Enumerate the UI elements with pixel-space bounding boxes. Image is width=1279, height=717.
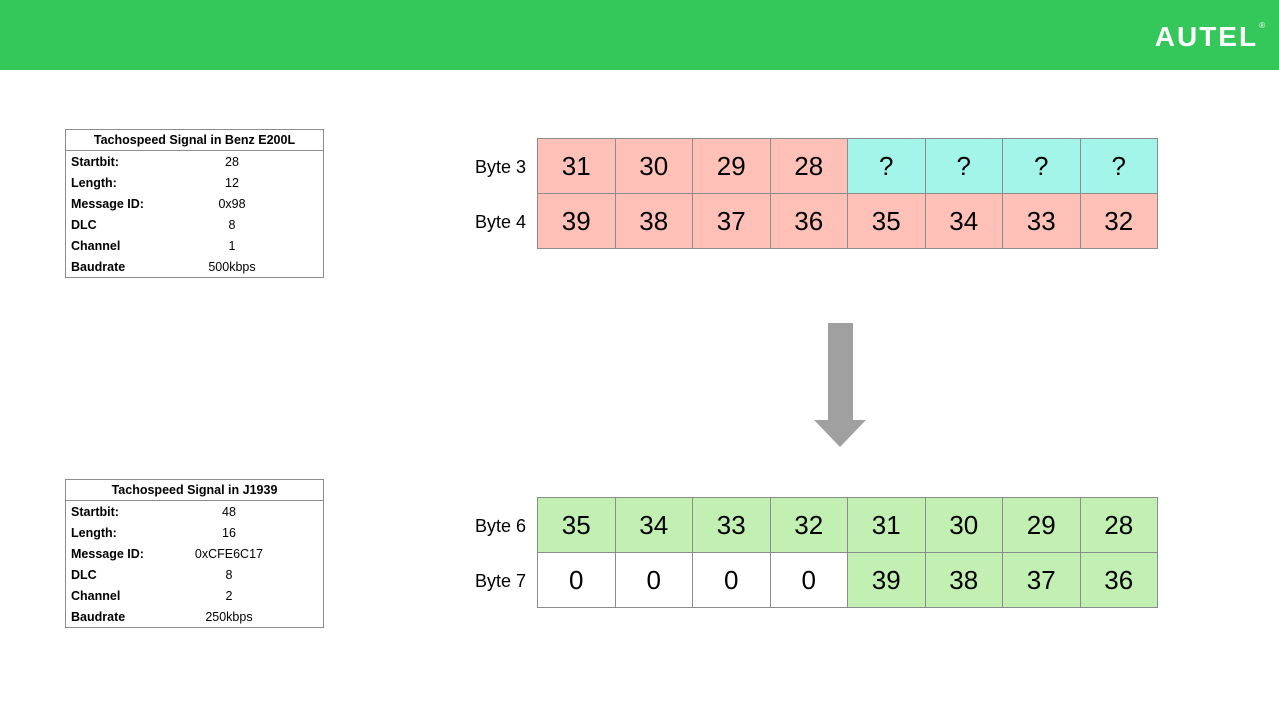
param-key: DLC (71, 217, 97, 232)
byte4-row: 39 38 37 36 35 34 33 32 (537, 193, 1158, 249)
byte7-label: Byte 7 (474, 571, 526, 591)
bit-cell: ? (1079, 138, 1158, 194)
param-key: Baudrate (71, 259, 126, 274)
byte6-row: 35 34 33 32 31 30 29 28 (537, 497, 1158, 553)
header-bar: AUTEL® (0, 0, 1279, 70)
j1939-signal-table: Tachospeed Signal in J1939 Startbit: 48 L… (65, 479, 324, 628)
bit-cell: 30 (614, 138, 693, 194)
benz-signal-table: Tachospeed Signal in Benz E200L Startbit… (65, 129, 324, 278)
bit-cell: ? (924, 138, 1003, 194)
autel-logo: AUTEL® (1155, 21, 1265, 53)
bit-cell: 33 (1002, 193, 1081, 249)
bit-cell: 34 (924, 193, 1003, 249)
logo-text: AUTEL (1154, 21, 1259, 52)
byte4-label: Byte 4 (474, 212, 526, 232)
param-key: Channel (71, 588, 121, 603)
down-arrow-icon (814, 323, 866, 447)
bit-cell: 37 (1002, 552, 1081, 608)
param-key: Message ID: (71, 196, 144, 211)
bit-cell: 31 (537, 138, 616, 194)
bit-cell: ? (847, 138, 926, 194)
bit-cell: 0 (769, 552, 848, 608)
bit-cell: 34 (614, 497, 693, 553)
bit-cell: 35 (537, 497, 616, 553)
param-value: 16 (222, 525, 236, 540)
bit-cell: 35 (847, 193, 926, 249)
param-value: 250kbps (205, 609, 253, 624)
byte3-row: 31 30 29 28 ? ? ? ? (537, 138, 1158, 194)
bit-cell: 38 (924, 552, 1003, 608)
param-key: Length: (71, 175, 117, 190)
registered-mark: ® (1259, 20, 1265, 30)
byte7-row: 0 0 0 0 39 38 37 36 (537, 552, 1158, 608)
param-value: 48 (222, 504, 236, 519)
param-value: 2 (225, 588, 233, 603)
bit-cell: 38 (614, 193, 693, 249)
param-value: 28 (225, 154, 239, 169)
param-value: 0xCFE6C17 (194, 546, 263, 561)
param-key: Length: (71, 525, 117, 540)
bit-cell: 39 (847, 552, 926, 608)
param-value: 8 (228, 217, 236, 232)
byte6-label: Byte 6 (474, 516, 526, 536)
bit-cell: 37 (692, 193, 771, 249)
param-value: 8 (225, 567, 233, 582)
bit-cell: 31 (847, 497, 926, 553)
bit-cell: 32 (769, 497, 848, 553)
bit-cell: 30 (924, 497, 1003, 553)
benz-byte-grid: 31 30 29 28 ? ? ? ? 39 38 37 36 35 34 33… (537, 138, 1158, 249)
bit-cell: 32 (1079, 193, 1158, 249)
j1939-table-title: Tachospeed Signal in J1939 (65, 479, 324, 501)
param-key: Channel (71, 238, 121, 253)
param-key: DLC (71, 567, 97, 582)
param-key: Startbit: (71, 504, 119, 519)
benz-table-title: Tachospeed Signal in Benz E200L (65, 129, 324, 151)
bit-cell: 29 (1002, 497, 1081, 553)
bit-cell: 0 (537, 552, 616, 608)
bit-cell: 28 (769, 138, 848, 194)
bit-cell: ? (1002, 138, 1081, 194)
param-key: Startbit: (71, 154, 119, 169)
byte3-label: Byte 3 (474, 157, 526, 177)
param-value: 12 (225, 175, 239, 190)
bit-cell: 0 (614, 552, 693, 608)
bit-cell: 33 (692, 497, 771, 553)
param-key: Baudrate (71, 609, 126, 624)
param-value: 500kbps (208, 259, 256, 274)
bit-cell: 0 (692, 552, 771, 608)
param-key: Message ID: (71, 546, 144, 561)
bit-cell: 29 (692, 138, 771, 194)
j1939-byte-grid: 35 34 33 32 31 30 29 28 0 0 0 0 39 38 37… (537, 497, 1158, 608)
bit-cell: 36 (769, 193, 848, 249)
bit-cell: 28 (1079, 497, 1158, 553)
param-value: 0x98 (218, 196, 246, 211)
bit-cell: 39 (537, 193, 616, 249)
param-value: 1 (228, 238, 236, 253)
bit-cell: 36 (1079, 552, 1158, 608)
